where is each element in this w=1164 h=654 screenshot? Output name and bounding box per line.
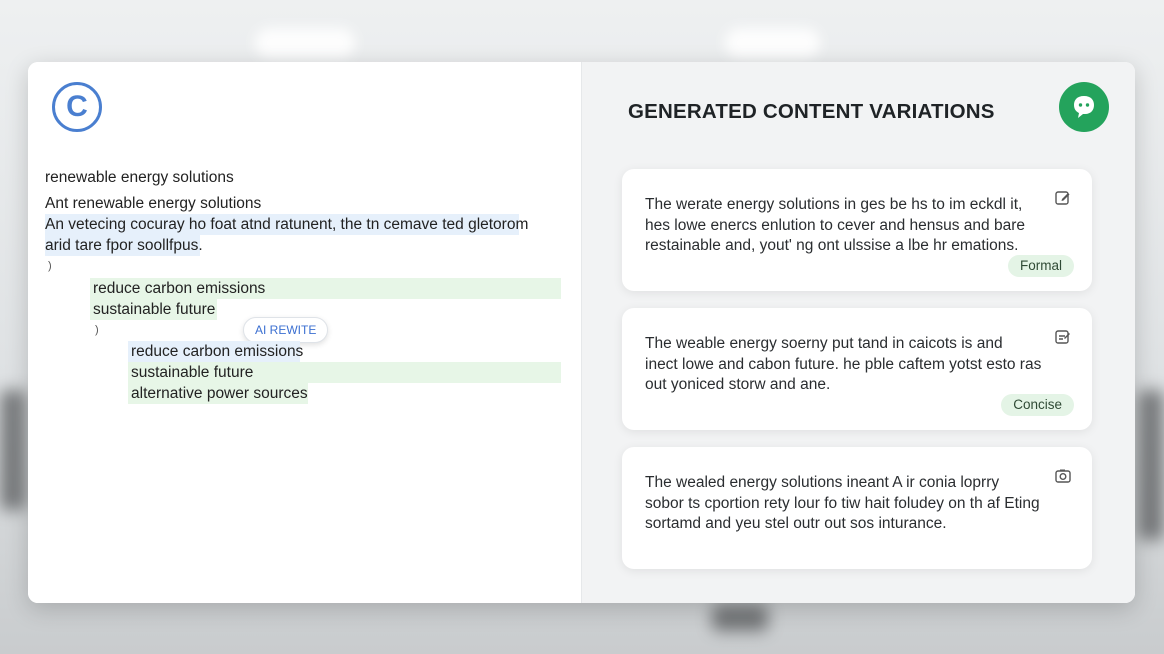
variation-text: The werate energy solutions in ges be hs… [645,196,1025,254]
editor-line[interactable]: Ant renewable energy solutions [45,193,261,214]
app-window: C renewable energy solutions Ant renewab… [28,62,1135,603]
variation-card[interactable]: The werate energy solutions in ges be hs… [622,169,1092,291]
bracket-marker: ) [48,260,52,272]
variation-text: The weable energy soerny put tand in cai… [645,335,1042,393]
app-logo: C [52,82,102,132]
background-furniture [712,605,768,631]
variations-panel: GENERATED CONTENT VARIATIONS The werate … [581,62,1135,603]
background-furniture [0,390,26,510]
tone-tag[interactable]: Formal [1007,255,1074,277]
tone-tag[interactable]: Concise [1001,394,1074,416]
suggestion-line[interactable]: reduce carbon emissions [128,341,303,362]
edit-icon[interactable] [1054,189,1072,207]
ai-rewrite-button[interactable]: AI REWITE [243,317,329,343]
bracket-marker: ) [95,324,99,336]
background-light [255,28,355,58]
suggestion-line[interactable]: reduce carbon emissions [90,278,561,299]
variation-card[interactable]: The wealed energy solutions ineant A ir … [622,447,1092,569]
editor-line[interactable]: renewable energy solutions [45,167,234,188]
highlighted-line[interactable]: arid tare fpor soollfpus. [45,235,203,256]
background-furniture [1138,390,1164,540]
panel-title: GENERATED CONTENT VARIATIONS [628,100,995,123]
suggestion-line[interactable]: sustainable future [128,362,561,383]
highlighted-line[interactable]: An vetecing cocuray ho foat atnd ratunen… [45,214,528,235]
edit-icon[interactable] [1054,328,1072,346]
editor-panel[interactable]: C renewable energy solutions Ant renewab… [28,62,581,603]
background-light [725,28,820,58]
suggestion-line[interactable]: alternative power sources [128,383,308,404]
camera-icon[interactable] [1054,467,1072,485]
chatbot-button[interactable] [1059,82,1109,132]
variation-card[interactable]: The weable energy soerny put tand in cai… [622,308,1092,430]
chatbot-icon [1074,96,1094,118]
suggestion-line[interactable]: sustainable future [90,299,217,320]
variation-text: The wealed energy solutions ineant A ir … [645,474,1040,532]
